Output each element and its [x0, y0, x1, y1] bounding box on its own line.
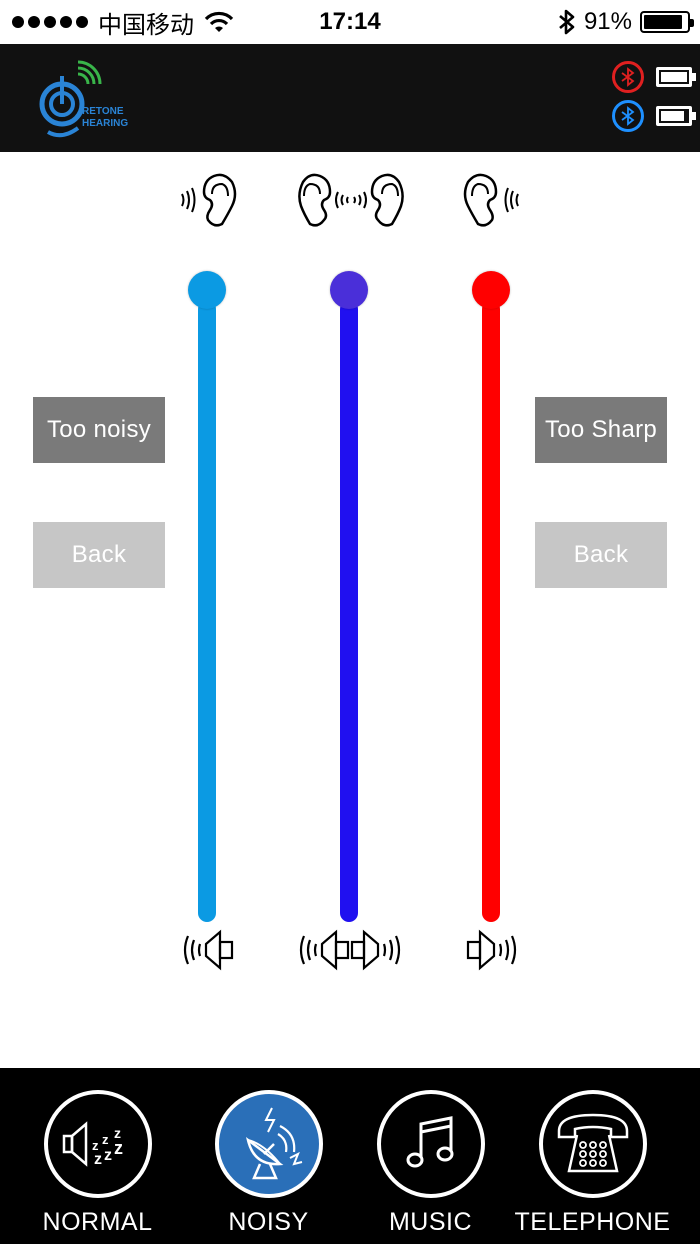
svg-text:z: z: [92, 1138, 99, 1153]
svg-text:z: z: [104, 1147, 112, 1164]
tab-telephone[interactable]: TELEPHONE: [505, 1068, 680, 1244]
tab-music[interactable]: MUSIC: [343, 1068, 518, 1244]
device-left-status[interactable]: [612, 100, 696, 132]
svg-text:z: z: [114, 1138, 123, 1158]
speaker-right-icon: [466, 929, 517, 971]
slider-both-track[interactable]: [340, 300, 358, 922]
svg-text:z: z: [102, 1132, 109, 1147]
tab-normal[interactable]: z z z z z z NORMAL: [10, 1068, 185, 1244]
ear-left-icon: [181, 173, 237, 227]
bluetooth-icon: [612, 61, 644, 93]
app-header: RETONE HEARING: [0, 44, 700, 152]
tab-noisy[interactable]: NOISY: [181, 1068, 356, 1244]
tab-noisy-ring[interactable]: [214, 1090, 323, 1198]
satellite-dish-icon: [245, 1107, 302, 1180]
logo-text-line1: RETONE: [82, 106, 124, 117]
slider-right-track[interactable]: [482, 300, 500, 922]
retone-logo: RETONE HEARING: [39, 60, 128, 138]
slider-right-knob[interactable]: [472, 271, 510, 309]
tab-normal-ring[interactable]: z z z z z z: [43, 1090, 152, 1198]
tab-telephone-ring[interactable]: [538, 1090, 647, 1198]
slider-left-track[interactable]: [198, 300, 216, 922]
music-note-icon: [406, 1116, 453, 1168]
tab-noisy-label: NOISY: [228, 1208, 309, 1236]
tab-telephone-label: TELEPHONE: [514, 1208, 671, 1236]
device-battery-icon: [656, 67, 696, 87]
tab-music-label: MUSIC: [388, 1208, 473, 1236]
tab-music-ring[interactable]: [376, 1090, 485, 1198]
mode-tab-bar: z z z z z z NORMAL NOISY MUSIC TELEPHONE: [0, 1068, 700, 1244]
svg-text:z: z: [94, 1151, 102, 1168]
ear-both-icon: [298, 173, 404, 227]
back-right-button[interactable]: Back: [535, 522, 667, 588]
slider-left-knob[interactable]: [188, 271, 226, 309]
speaker-left-icon: [183, 929, 234, 971]
battery-percent: 91%: [583, 8, 632, 35]
device-battery-icon: [656, 106, 696, 126]
logo-text-line2: HEARING: [82, 118, 128, 129]
battery-icon: [640, 11, 694, 33]
back-left-button[interactable]: Back: [33, 522, 165, 588]
bluetooth-icon: [612, 100, 644, 132]
speaker-both-icon: [299, 929, 401, 971]
device-right-status[interactable]: [612, 61, 696, 93]
status-right: 91%: [558, 6, 694, 38]
ear-right-icon: [463, 173, 519, 227]
speaker-zzz-icon: z z z z z z: [62, 1121, 123, 1168]
bluetooth-icon: [559, 9, 575, 35]
status-bar: 中国移动 17:14 91%: [0, 0, 700, 44]
too-sharp-button[interactable]: Too Sharp: [535, 397, 667, 463]
tab-normal-label: NORMAL: [42, 1208, 153, 1236]
slider-both-knob[interactable]: [330, 271, 368, 309]
svg-text:z: z: [114, 1125, 121, 1141]
too-noisy-button[interactable]: Too noisy: [33, 397, 165, 463]
telephone-icon: [557, 1113, 628, 1173]
